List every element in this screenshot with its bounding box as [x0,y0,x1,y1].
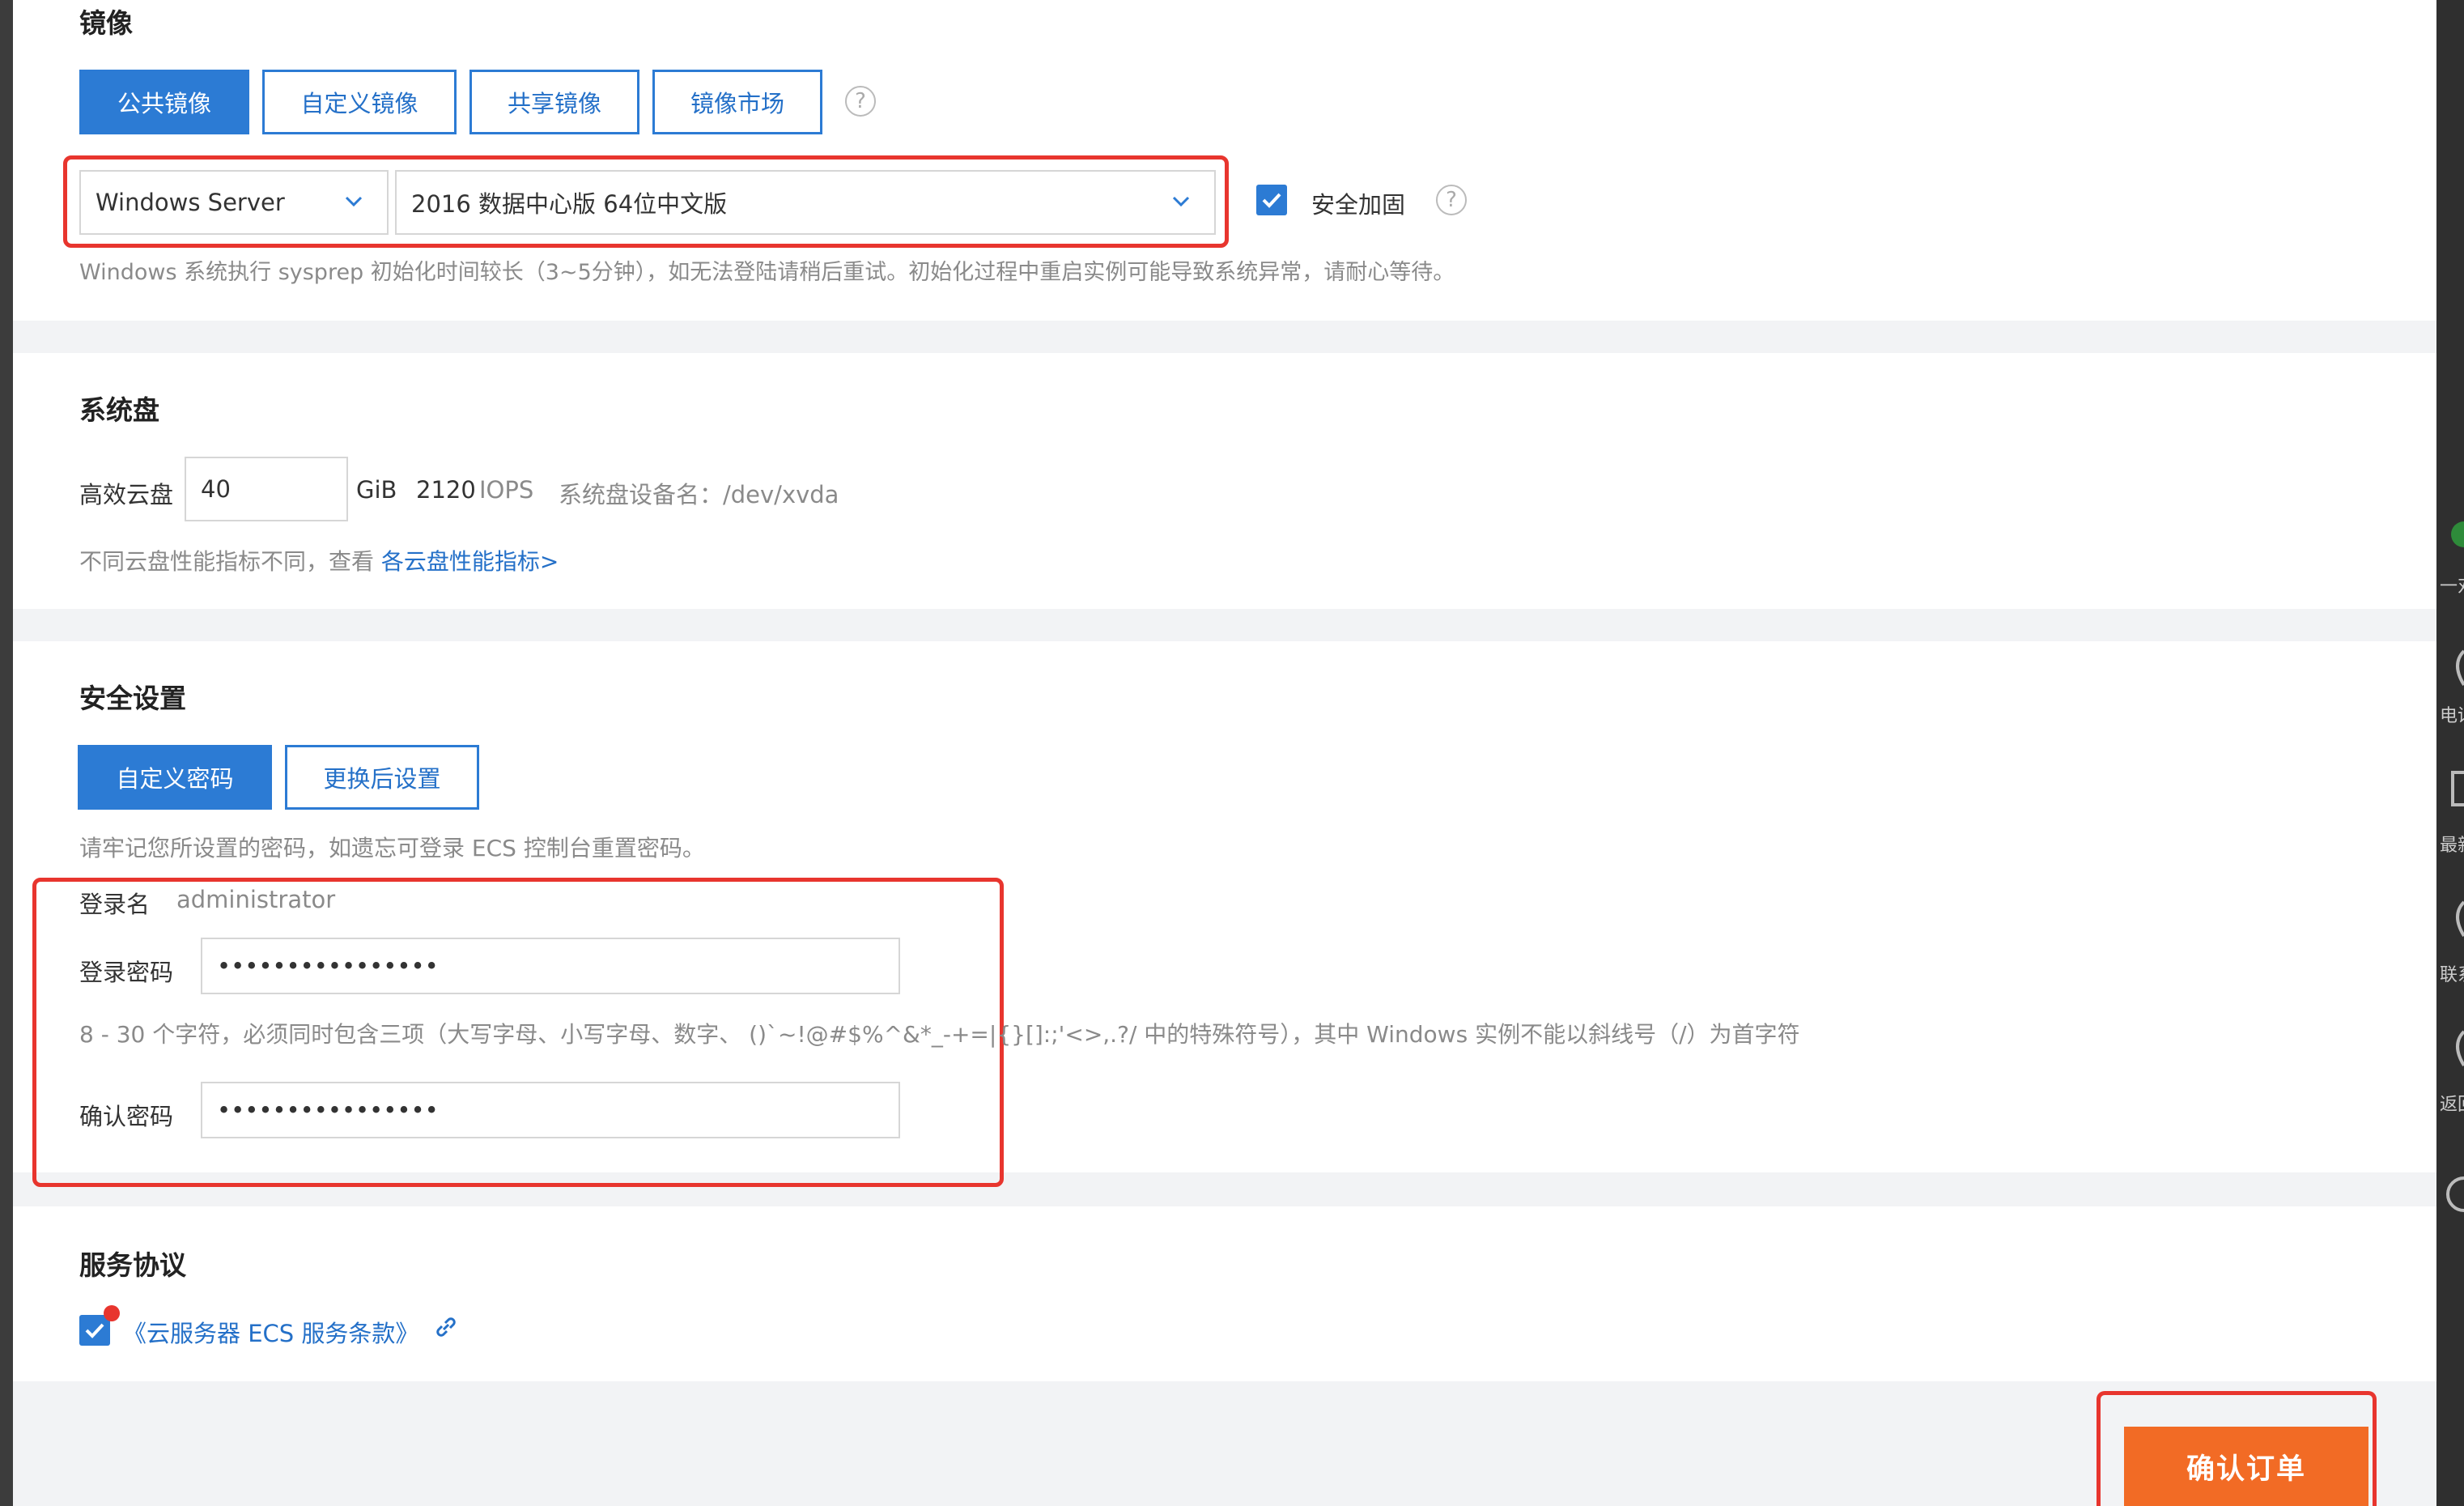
disk-perf-link[interactable]: 各云盘性能指标> [381,548,559,575]
section-divider [13,321,2436,353]
password-label: 登录密码 [79,959,174,986]
help-rail-icon[interactable] [2440,1174,2464,1215]
rail-label-4: 联系 [2440,965,2464,985]
password-value: •••••••••••••••• [217,952,439,980]
confirm-password-label: 确认密码 [79,1103,174,1130]
left-edge [0,0,13,1506]
disk-perf-hint-text: 不同云盘性能指标不同，查看 [79,548,375,575]
agreement-checkbox[interactable] [79,1315,110,1346]
footer-bar [13,1381,2436,1506]
contact-icon[interactable] [2440,899,2464,939]
password-rule-hint: 8 - 30 个字符，必须同时包含三项（大写字母、小写字母、数字、 ()`~!@… [79,1021,1800,1048]
chevron-down-icon [345,196,363,207]
security-title: 安全设置 [79,683,186,714]
login-name-label: 登录名 [79,891,151,918]
version-select[interactable]: 2016 数据中心版 64位中文版 [395,170,1216,235]
iops-value: 2120 [416,476,476,504]
rail-label-5: 返回 [2440,1095,2464,1115]
right-rail [2436,0,2464,1506]
disk-unit: GiB [356,476,397,504]
help-icon[interactable]: ? [845,86,876,117]
tab-custom-image[interactable]: 自定义镜像 [262,70,457,134]
disk-device-label: 系统盘设备名：/dev/xvda [559,481,839,508]
chat-icon[interactable] [2440,518,2464,559]
check-icon [85,1323,104,1338]
link-icon[interactable] [432,1313,460,1341]
required-dot [104,1305,120,1321]
image-section-title: 镜像 [79,7,133,39]
password-input[interactable]: •••••••••••••••• [201,938,900,994]
agreement-title: 服务协议 [79,1249,186,1281]
security-harden-label: 安全加固 [1311,191,1406,219]
news-icon[interactable] [2440,769,2464,810]
confirm-order-button[interactable]: 确认订单 [2124,1427,2368,1506]
disk-type-label: 高效云盘 [79,481,174,508]
back-icon[interactable] [2440,1028,2464,1069]
os-select[interactable]: Windows Server [79,170,389,235]
rail-label-1: 一对 [2440,576,2464,597]
os-select-value: Windows Server [96,189,285,216]
rail-label-2: 电话 [2440,706,2464,726]
sysprep-hint: Windows 系统执行 sysprep 初始化时间较长（3~5分钟），如无法登… [79,260,1455,285]
check-icon [1262,193,1281,208]
tab-custom-password[interactable]: 自定义密码 [78,745,272,810]
tab-image-market[interactable]: 镜像市场 [652,70,822,134]
tab-public-image[interactable]: 公共镜像 [79,70,249,134]
agreement-link[interactable]: 《云服务器 ECS 服务条款》 [123,1315,418,1349]
disk-size-input[interactable]: 40 [185,457,348,521]
login-name-value: administrator [176,886,336,913]
rail-label-3: 最新 [2440,836,2464,856]
phone-icon[interactable] [2440,648,2464,688]
section-divider [13,609,2436,641]
version-select-value: 2016 数据中心版 64位中文版 [411,190,728,218]
disk-perf-hint: 不同云盘性能指标不同，查看 各云盘性能指标> [79,544,559,576]
password-remember-hint: 请牢记您所设置的密码，如遗忘可登录 ECS 控制台重置密码。 [79,835,705,861]
confirm-password-input[interactable]: •••••••••••••••• [201,1082,900,1138]
confirm-password-value: •••••••••••••••• [217,1096,439,1124]
iops-label: IOPS [479,476,534,504]
system-disk-title: 系统盘 [79,394,159,426]
tab-set-later[interactable]: 更换后设置 [285,745,479,810]
chevron-down-icon [1172,196,1190,207]
security-harden-checkbox[interactable] [1256,185,1287,215]
tab-shared-image[interactable]: 共享镜像 [469,70,639,134]
help-icon[interactable]: ? [1436,185,1467,215]
disk-size-value: 40 [201,475,231,503]
